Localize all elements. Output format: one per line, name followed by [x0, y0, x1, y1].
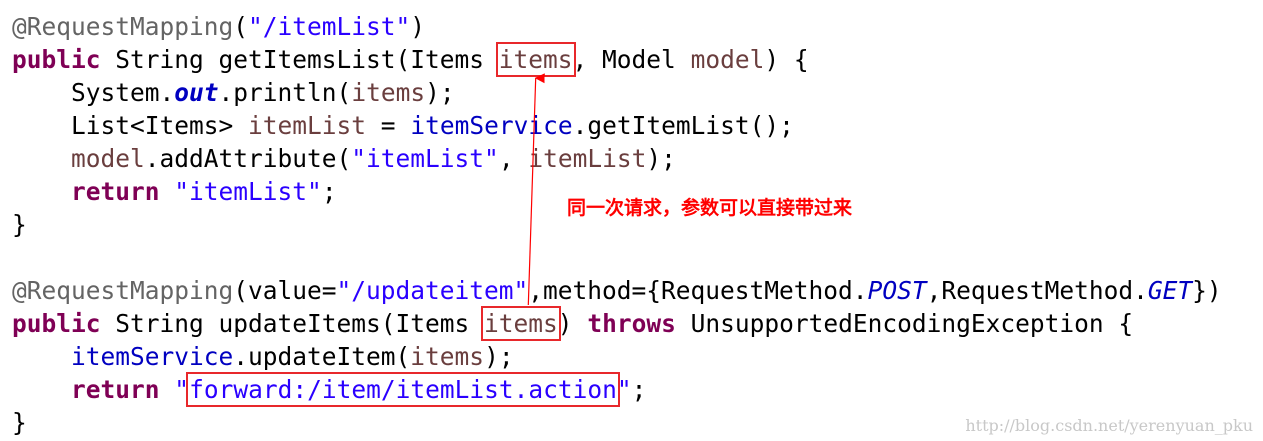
arrow-connector: [527, 73, 545, 306]
annotation-note: 同一次请求，参数可以直接带过来: [567, 197, 853, 219]
arrow-icon: [527, 73, 545, 306]
watermark: http://blog.csdn.net/yerenyuan_pku: [965, 416, 1253, 435]
